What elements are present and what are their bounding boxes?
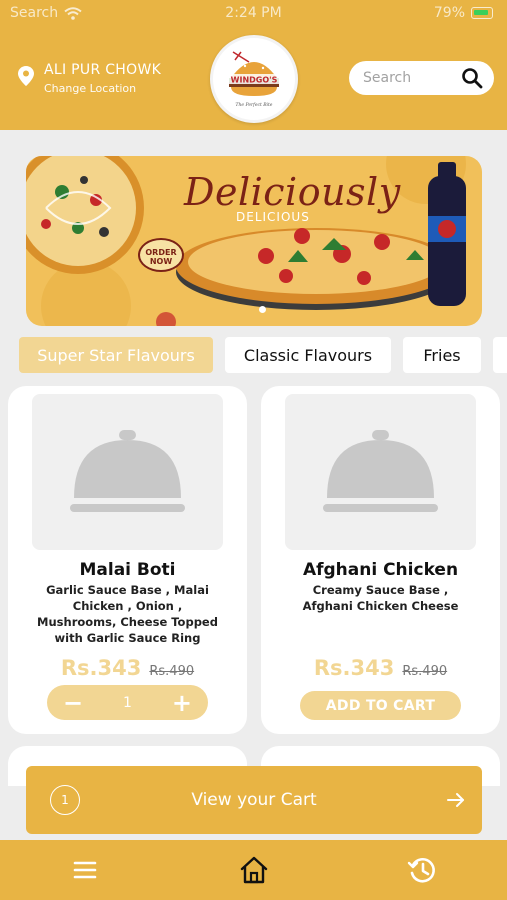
burger-logo-icon: WINDGO'S The Perfect Bite: [227, 51, 281, 108]
add-to-cart-button[interactable]: ADD TO CART: [300, 691, 461, 720]
category-tabs: Super Star Flavours Classic Flavours Fri…: [0, 337, 507, 375]
location-text: ALI PUR CHOWK Change Location: [44, 62, 161, 95]
tab-fries[interactable]: Fries: [403, 337, 481, 373]
product-description: Creamy Sauce Base , Afghani Chicken Chee…: [302, 583, 459, 613]
bottom-navigation: [0, 840, 507, 900]
search-box[interactable]: [349, 61, 494, 95]
price-current: Rs.343: [60, 656, 142, 680]
product-name: Malai Boti: [79, 560, 176, 580]
quantity-stepper: − 1 +: [47, 685, 208, 720]
tab-classic-flavours[interactable]: Classic Flavours: [225, 337, 391, 373]
order-now-badge[interactable]: ORDER NOW: [138, 238, 184, 272]
logo-wordmark: WINDGO'S: [231, 76, 278, 85]
price-current: Rs.343: [313, 656, 395, 680]
promo-banner[interactable]: Deliciously DELICIOUS ORDER NOW: [26, 156, 482, 326]
arrow-right-icon: [447, 793, 464, 807]
order-now-line2: NOW: [149, 257, 173, 266]
product-price: Rs.343 Rs.490: [8, 656, 247, 680]
menu-icon[interactable]: [69, 854, 101, 886]
app-header: Search 2:24 PM 79% ALI PUR CHOWK Change …: [0, 0, 507, 130]
status-time: 2:24 PM: [225, 5, 282, 21]
cloche-icon: [70, 430, 185, 512]
product-card-malai-boti[interactable]: Malai Boti Garlic Sauce Base , Malai Chi…: [8, 386, 247, 734]
banner-subtitle: DELICIOUS: [236, 210, 310, 224]
view-cart-label: View your Cart: [191, 790, 317, 810]
location-title: ALI PUR CHOWK: [44, 62, 162, 78]
location-selector[interactable]: ALI PUR CHOWK Change Location: [18, 62, 161, 95]
search-icon[interactable]: [461, 67, 483, 89]
product-name: Afghani Chicken: [302, 560, 459, 580]
tab-super-star-flavours[interactable]: Super Star Flavours: [19, 337, 213, 373]
brand-logo: WINDGO'S The Perfect Bite: [210, 35, 298, 123]
tab-next-partial[interactable]: [493, 337, 507, 373]
increment-button[interactable]: +: [172, 691, 192, 715]
view-cart-button[interactable]: 1 View your Cart: [26, 766, 482, 834]
history-icon[interactable]: [406, 854, 438, 886]
battery-percent: 79%: [433, 5, 465, 21]
cloche-icon: [323, 430, 438, 512]
home-icon[interactable]: [238, 854, 270, 886]
decrement-button[interactable]: −: [63, 691, 83, 715]
status-right: 79%: [434, 5, 493, 21]
logo-tagline: The Perfect Bite: [236, 102, 273, 108]
change-location-link[interactable]: Change Location: [44, 82, 161, 95]
battery-icon: [471, 7, 493, 19]
quantity-value: 1: [123, 694, 132, 711]
status-bar: Search 2:24 PM 79%: [0, 0, 507, 26]
price-original: Rs.490: [402, 664, 448, 679]
product-image-placeholder: [285, 394, 476, 550]
product-card-afghani-chicken[interactable]: Afghani Chicken Creamy Sauce Base , Afgh…: [261, 386, 500, 734]
search-input[interactable]: [363, 61, 458, 95]
order-now-line1: ORDER: [145, 248, 177, 257]
banner-title: Deliciously: [184, 170, 401, 214]
location-pin-icon: [18, 66, 34, 86]
price-original: Rs.490: [149, 664, 195, 679]
product-image-placeholder: [32, 394, 223, 550]
product-description: Garlic Sauce Base , Malai Chicken , Onio…: [37, 583, 218, 645]
carousel-indicator[interactable]: [259, 306, 266, 313]
product-price: Rs.343 Rs.490: [261, 656, 500, 680]
